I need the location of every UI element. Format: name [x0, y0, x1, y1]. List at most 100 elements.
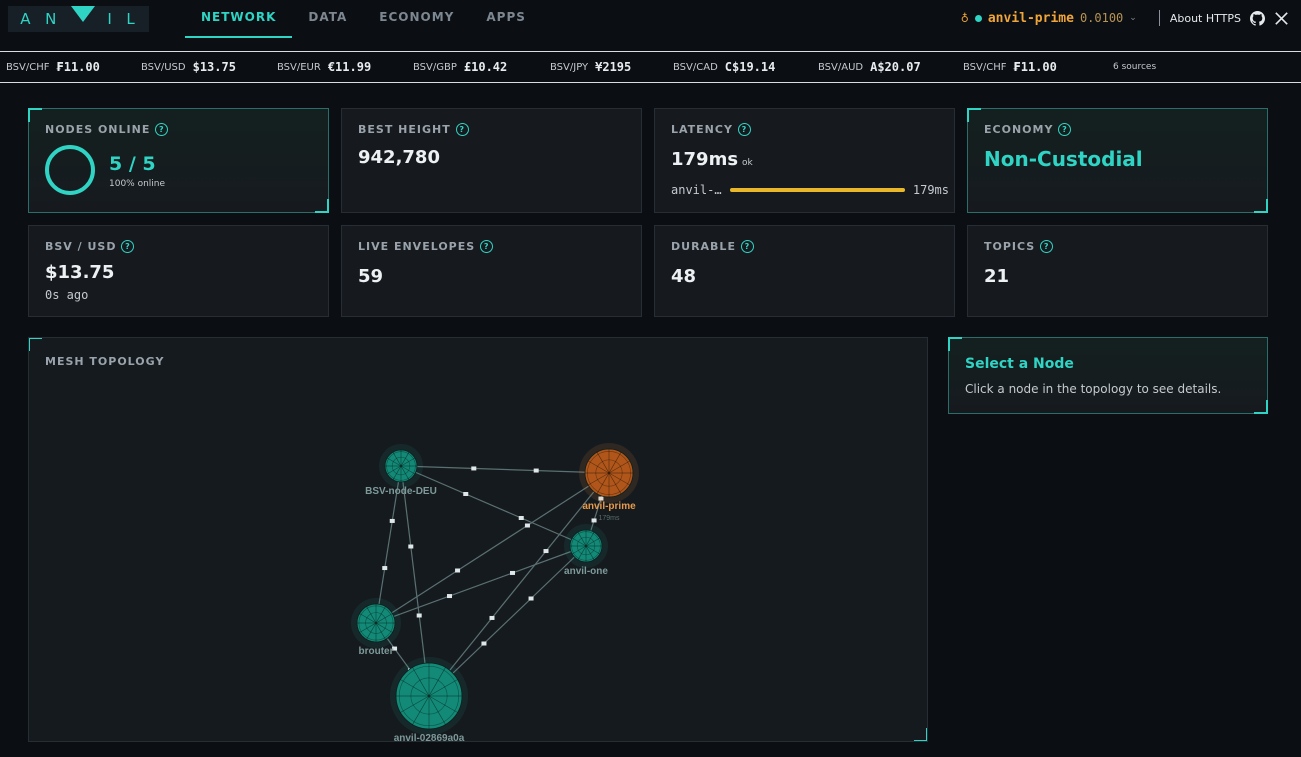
live-envelopes-card: LIVE ENVELOPES ? 59 — [341, 225, 642, 317]
anvil-logo[interactable]: A N I L — [8, 6, 149, 32]
topology-node-one[interactable]: anvil-one — [564, 524, 608, 577]
durable-card: DURABLE ? 48 — [654, 225, 955, 317]
card-label-text: TOPICS — [984, 240, 1036, 253]
help-icon[interactable]: ? — [1058, 123, 1072, 136]
live-envelopes-value: 59 — [358, 266, 384, 287]
card-label: LATENCY ? — [671, 123, 751, 136]
ticker-price: ₣11.00 — [56, 60, 100, 74]
help-icon[interactable]: ? — [121, 240, 135, 253]
card-label: BEST HEIGHT ? — [358, 123, 469, 136]
ticker-pair: BSV/EUR — [277, 61, 321, 73]
help-icon[interactable]: ? — [1040, 240, 1054, 253]
github-icon[interactable] — [1249, 10, 1265, 26]
ticker-item: BSV/GBP £10.42 — [413, 60, 507, 74]
topology-edge — [375, 545, 587, 624]
nodes-online-card: NODES ONLINE ? 5 / 5 100% online — [28, 108, 329, 213]
topology-edge — [400, 465, 610, 474]
top-nav: A N I L NETWORK DATA ECONOMY APPS ♁ anvi… — [0, 0, 1301, 52]
card-label-text: ECONOMY — [984, 123, 1054, 136]
card-label: TOPICS ? — [984, 240, 1054, 253]
logo-letter: I — [107, 10, 114, 28]
ticker-pair: BSV/AUD — [818, 61, 864, 73]
ticker-pair: BSV/USD — [141, 61, 186, 73]
card-label-text: BSV / USD — [45, 240, 117, 253]
anvil-icon: ♁ — [960, 11, 969, 25]
ticker-price: ₣11.00 — [1013, 60, 1057, 74]
ticker-item: BSV/EUR €11.99 — [277, 60, 371, 74]
nav-divider — [1158, 10, 1160, 26]
chevron-down-icon: ⌄ — [1129, 13, 1137, 23]
help-icon[interactable]: ? — [480, 240, 494, 253]
card-label-text: LATENCY — [671, 123, 733, 136]
detail-title: Select a Node — [965, 356, 1074, 372]
best-height-value: 942,780 — [358, 147, 440, 168]
envelope-packet — [528, 596, 534, 601]
envelope-packet — [471, 466, 477, 471]
latency-value: 179ms — [671, 149, 739, 170]
about-https-link[interactable]: About HTTPS — [1170, 12, 1241, 25]
latency-node-name: anvil-… — [671, 183, 722, 197]
bsv-usd-card: BSV / USD ? $13.75 0s ago — [28, 225, 329, 317]
bsv-usd-value: $13.75 — [45, 262, 115, 283]
envelope-packet — [510, 570, 515, 575]
card-label: DURABLE ? — [671, 240, 754, 253]
ticker-pair: BSV/CHF — [6, 61, 50, 73]
node-selector[interactable]: ♁ anvil-prime 0.0100 ⌄ — [961, 11, 1137, 26]
durable-value: 48 — [671, 266, 697, 287]
topology-node-prime[interactable]: anvil-prime 179ms — [579, 443, 639, 522]
latency-card: LATENCY ? 179ms ok anvil-… 179ms — [654, 108, 955, 213]
topology-node-deu[interactable]: BSV-node-DEU — [365, 444, 437, 497]
topology-canvas[interactable]: BSV-node-DEU anvil-prime 179ms anvil-one bro… — [29, 338, 928, 742]
topology-node-big[interactable]: anvil-02869a0a — [390, 657, 468, 742]
envelope-packet — [543, 549, 549, 554]
card-label: ECONOMY ? — [984, 123, 1072, 136]
envelope-packet — [518, 516, 524, 520]
online-ring-icon — [45, 145, 95, 195]
envelope-packet — [489, 615, 495, 620]
envelope-packet — [524, 523, 530, 528]
latency-bar-fill — [729, 188, 905, 192]
envelope-packet — [416, 613, 422, 618]
ticker-pair: BSV/GBP — [413, 61, 457, 73]
ticker-item: BSV/CHF ₣11.00 — [6, 60, 100, 74]
economy-value: Non-Custodial — [984, 147, 1143, 171]
ticker-price: £10.42 — [463, 60, 508, 74]
ticker-price: $13.75 — [192, 60, 236, 74]
logo-letter: L — [126, 10, 137, 28]
latency-value-row: 179ms ok — [671, 149, 753, 170]
economy-card: ECONOMY ? Non-Custodial — [967, 108, 1268, 213]
ticker-item: BSV/AUD A$20.07 — [818, 60, 921, 74]
card-label: BSV / USD ? — [45, 240, 135, 253]
status-dot-icon — [974, 14, 982, 22]
topics-value: 21 — [984, 266, 1010, 287]
ticker-price: €11.99 — [327, 60, 372, 74]
help-icon[interactable]: ? — [155, 123, 169, 136]
envelope-packet — [533, 468, 539, 473]
topics-card: TOPICS ? 21 — [967, 225, 1268, 317]
logo-triangle-icon — [70, 6, 95, 22]
tab-network[interactable]: NETWORK — [185, 0, 293, 38]
tab-apps[interactable]: APPS — [470, 0, 542, 38]
topology-node-label: anvil-prime — [582, 501, 636, 512]
x-twitter-icon[interactable] — [1273, 10, 1289, 26]
tab-data[interactable]: DATA — [292, 0, 363, 38]
help-icon[interactable]: ? — [737, 123, 751, 136]
nodes-online-value: 5 / 5 — [109, 153, 156, 175]
bsv-usd-updated: 0s ago — [45, 288, 89, 302]
ticker-item: BSV/JPY ¥2195 — [550, 60, 631, 74]
topology-node-label: anvil-02869a0a — [394, 733, 465, 742]
price-ticker: BSV/CHF ₣11.00 BSV/USD $13.75 BSV/EUR €1… — [0, 51, 1301, 83]
ticker-item: BSV/USD $13.75 — [141, 60, 236, 74]
ticker-sources: 6 sources — [1113, 62, 1157, 72]
nodes-online-sub: 100% online — [109, 179, 166, 189]
envelope-packet — [481, 641, 487, 646]
tab-economy[interactable]: ECONOMY — [363, 0, 470, 38]
latency-status: ok — [742, 158, 753, 168]
card-label: LIVE ENVELOPES ? — [358, 240, 494, 253]
card-label-text: BEST HEIGHT — [358, 123, 451, 136]
help-icon[interactable]: ? — [740, 240, 754, 253]
logo-letter: N — [45, 10, 59, 28]
latency-bar — [729, 188, 905, 192]
topology-node-label: BSV-node-DEU — [365, 486, 437, 497]
help-icon[interactable]: ? — [455, 123, 469, 136]
